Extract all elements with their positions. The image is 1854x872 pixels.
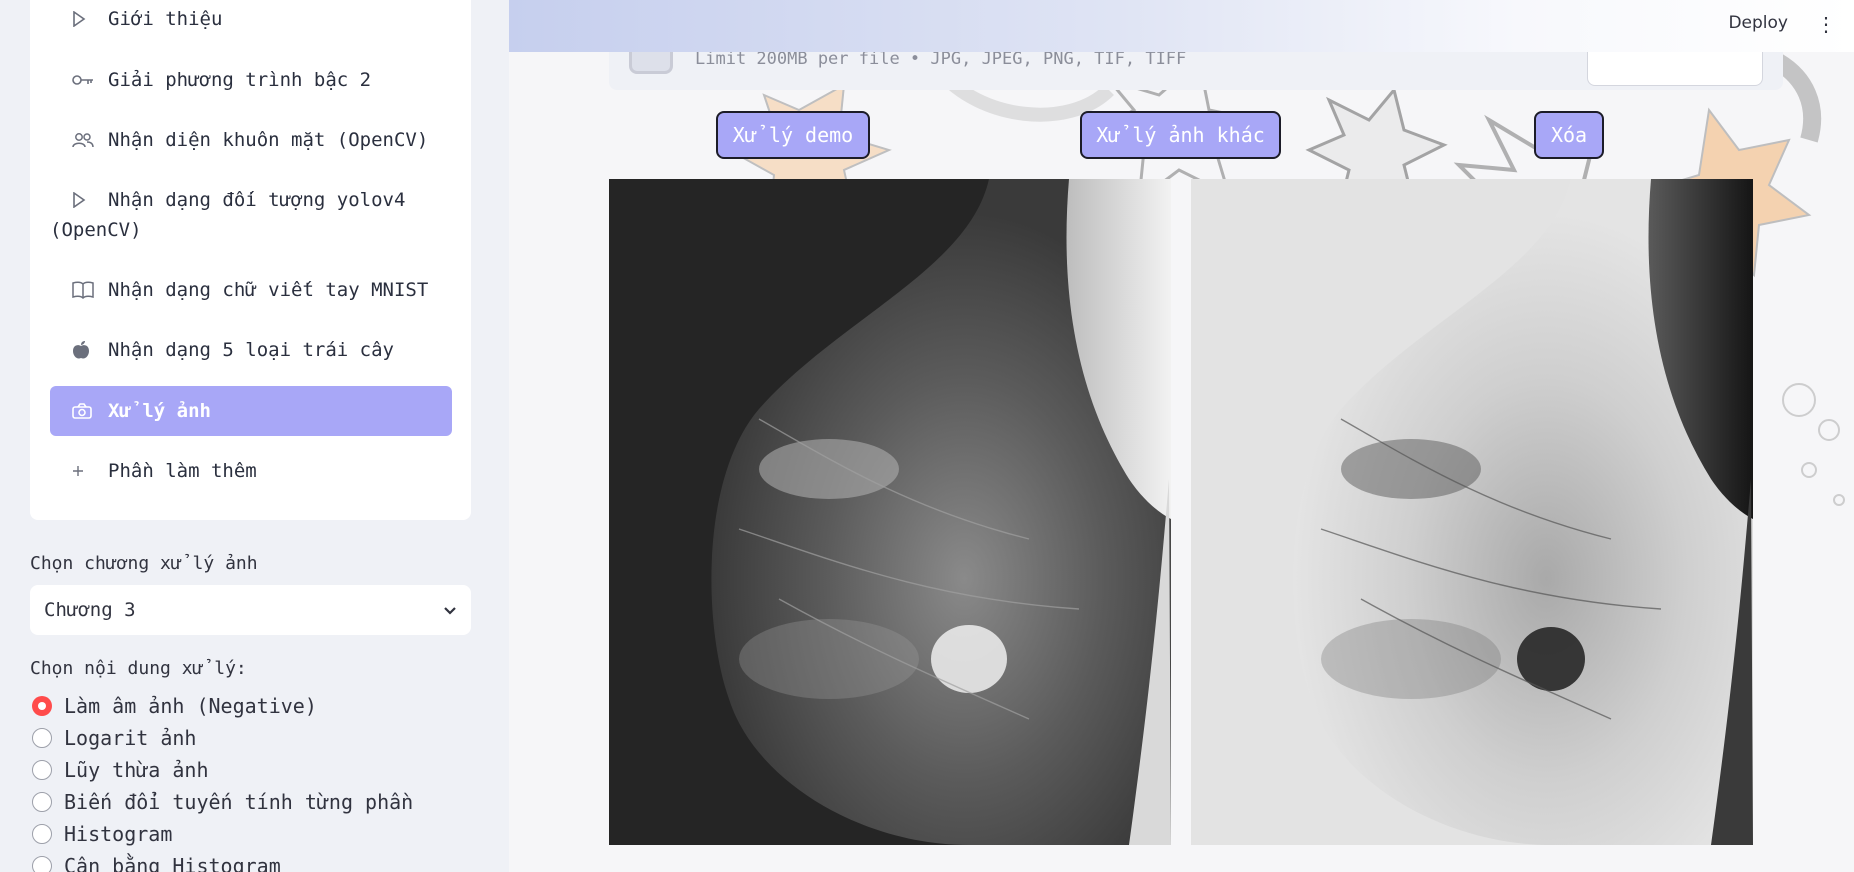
menu-item-gioi-thieu[interactable]: Giới thiệu [50, 0, 452, 34]
delete-button[interactable]: Xóa [1534, 111, 1604, 159]
content-radio-label: Chọn nội dung xử lý: [30, 658, 247, 679]
menu-item-label: Phần làm thêm [108, 460, 257, 482]
main-content: Deploy ⋮ Limit 200MB per file • JPG, JPE… [509, 0, 1854, 872]
menu-item-khuon-mat[interactable]: Nhận diện khuôn mặt (OpenCV) [50, 111, 452, 155]
menu-item-mnist[interactable]: Nhận dạng chữ viết tay MNIST [50, 261, 452, 305]
menu-item-label: Nhận dạng 5 loại trái cây [108, 339, 394, 361]
main-menu-icon[interactable]: ⋮ [1816, 12, 1836, 36]
chapter-select[interactable]: Chương 3 [30, 585, 471, 635]
radio-option-label: Làm âm ảnh (Negative) [64, 694, 317, 718]
radio-option-histogram[interactable]: Histogram [32, 822, 172, 846]
sidebar: Giới thiệu Giải phương trình bậc 2 Nhận … [0, 0, 509, 872]
upload-limit-text: Limit 200MB per file • JPG, JPEG, PNG, T… [695, 49, 1187, 69]
radio-option-label: Logarit ảnh [64, 726, 197, 750]
radio-button[interactable] [32, 824, 52, 844]
radio-option-tuyen-tinh[interactable]: Biến đổi tuyến tính từng phần [32, 790, 413, 814]
chapter-select-value: Chương 3 [44, 599, 136, 621]
play-outline-icon [72, 185, 108, 215]
menu-item-label: Giới thiệu [108, 8, 223, 30]
menu-item-xu-ly-anh[interactable]: Xử lý ảnh [50, 386, 452, 436]
process-demo-button[interactable]: Xử lý demo [716, 111, 870, 159]
processed-image [1191, 179, 1753, 845]
menu-item-trai-cay[interactable]: Nhận dạng 5 loại trái cây [50, 321, 452, 365]
camera-icon [72, 396, 108, 426]
menu-item-label: Nhận dạng chữ viết tay MNIST [108, 279, 429, 301]
radio-option-logarit[interactable]: Logarit ảnh [32, 726, 196, 750]
radio-option-can-bang[interactable]: Cân bằng Histogram [32, 854, 281, 872]
app-header: Deploy ⋮ [509, 0, 1854, 52]
menu-item-lam-them[interactable]: Phần làm thêm [50, 442, 452, 486]
radio-button[interactable] [32, 856, 52, 872]
menu-item-phuong-trinh[interactable]: Giải phương trình bậc 2 [50, 51, 452, 95]
chevron-down-icon [443, 599, 457, 621]
radio-option-label: Histogram [64, 822, 173, 846]
chapter-select-label: Chọn chương xử lý ảnh [30, 553, 258, 574]
radio-option-label: Lũy thừa ảnh [64, 758, 209, 782]
menu-item-yolov4[interactable]: Nhận dạng đối tượng yolov4 (OpenCV) [50, 171, 452, 245]
play-outline-icon [72, 4, 108, 34]
book-icon [72, 275, 108, 305]
plus-icon [72, 456, 108, 486]
navigation-menu: Giới thiệu Giải phương trình bậc 2 Nhận … [30, 0, 471, 520]
menu-item-label: Nhận diện khuôn mặt (OpenCV) [108, 129, 429, 151]
people-icon [72, 125, 108, 155]
apple-icon [72, 335, 108, 365]
radio-button[interactable] [32, 728, 52, 748]
menu-item-label-line2: (OpenCV) [50, 219, 142, 241]
radio-button[interactable] [32, 760, 52, 780]
process-other-image-button[interactable]: Xử lý ảnh khác [1080, 111, 1281, 159]
radio-option-luy-thua[interactable]: Lũy thừa ảnh [32, 758, 209, 782]
original-image [609, 179, 1171, 845]
menu-item-label: Xử lý ảnh [108, 400, 211, 422]
menu-item-label: Nhận dạng đối tượng yolov4 [108, 189, 406, 211]
key-icon [72, 65, 108, 95]
deploy-button[interactable]: Deploy [1728, 13, 1788, 33]
radio-option-negative[interactable]: Làm âm ảnh (Negative) [32, 694, 317, 718]
radio-option-label: Biến đổi tuyến tính từng phần [64, 790, 414, 814]
radio-button-checked[interactable] [32, 696, 52, 716]
radio-button[interactable] [32, 792, 52, 812]
radio-option-label: Cân bằng Histogram [64, 854, 281, 872]
menu-item-label: Giải phương trình bậc 2 [108, 69, 372, 91]
